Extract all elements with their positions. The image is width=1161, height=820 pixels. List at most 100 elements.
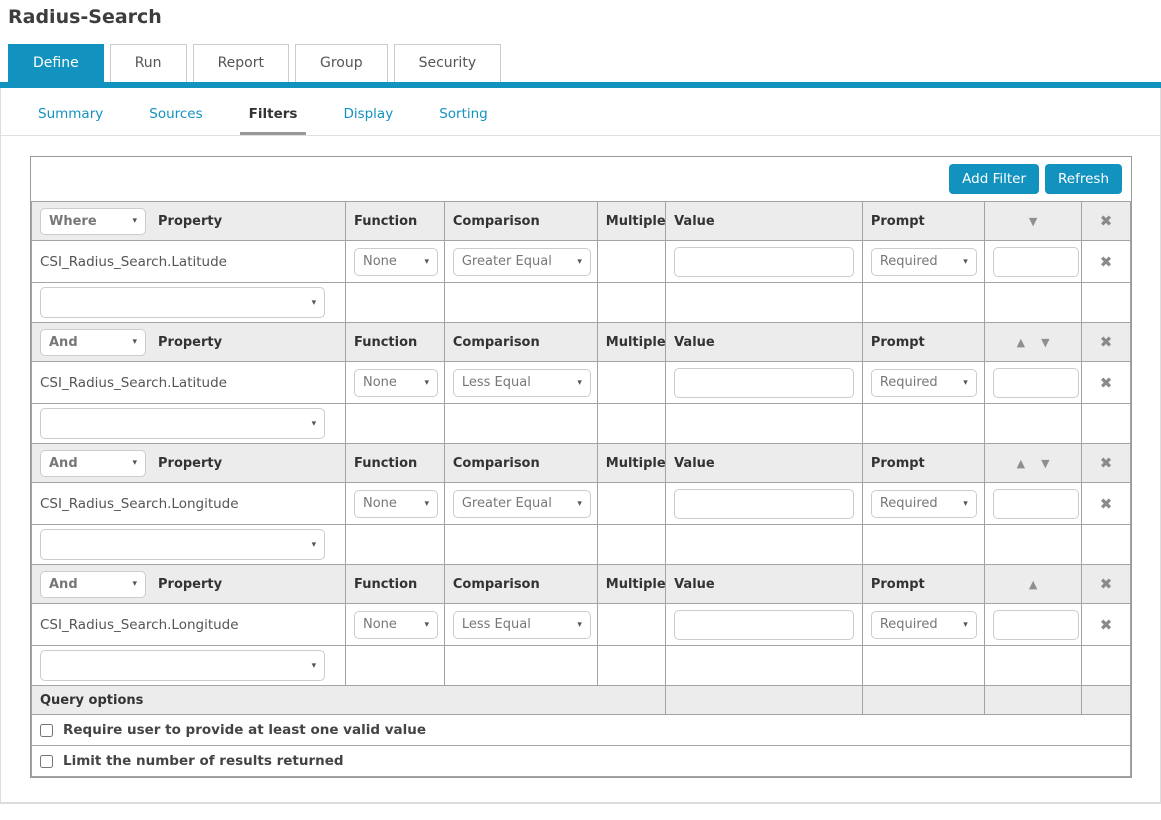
limit-results-option[interactable]: Limit the number of results returned xyxy=(40,753,1122,769)
subtab-display[interactable]: Display xyxy=(334,102,402,135)
tab-run[interactable]: Run xyxy=(110,44,187,82)
tab-security[interactable]: Security xyxy=(394,44,502,82)
add-property-row: ▾ xyxy=(32,404,1131,444)
subtab-summary[interactable]: Summary xyxy=(29,102,112,135)
chevron-down-icon: ▾ xyxy=(132,216,137,226)
add-property-row: ▾ xyxy=(32,525,1131,565)
function-value: None xyxy=(363,375,397,390)
filter-group-header: And ▾ Property Function Comparison Multi… xyxy=(32,565,1131,604)
order-input[interactable] xyxy=(993,489,1079,519)
filter-row: CSI_Radius_Search.Latitude None ▾ Less E… xyxy=(32,362,1131,404)
tab-group[interactable]: Group xyxy=(295,44,388,82)
chevron-down-icon: ▾ xyxy=(577,378,582,388)
connector-select[interactable]: And ▾ xyxy=(40,571,146,598)
add-property-select[interactable]: ▾ xyxy=(40,529,325,560)
remove-group-icon[interactable]: ✖ xyxy=(1100,454,1113,472)
filters-table: Where ▾ Property Function Comparison Mul… xyxy=(31,201,1131,777)
value-input[interactable] xyxy=(674,489,854,519)
add-property-select[interactable]: ▾ xyxy=(40,287,325,318)
order-input[interactable] xyxy=(993,610,1079,640)
column-header-value: Value xyxy=(666,444,863,483)
comparison-select[interactable]: Less Equal ▾ xyxy=(453,611,591,639)
remove-filter-icon[interactable]: ✖ xyxy=(1100,253,1113,271)
comparison-select[interactable]: Greater Equal ▾ xyxy=(453,248,591,276)
tab-report[interactable]: Report xyxy=(193,44,289,82)
comparison-select[interactable]: Less Equal ▾ xyxy=(453,369,591,397)
filter-property: CSI_Radius_Search.Latitude xyxy=(32,241,346,283)
move-down-icon[interactable]: ▼ xyxy=(1041,457,1049,470)
connector-select[interactable]: And ▾ xyxy=(40,450,146,477)
function-select[interactable]: None ▾ xyxy=(354,490,438,518)
connector-value: Where xyxy=(49,214,97,229)
comparison-value: Greater Equal xyxy=(462,496,552,511)
column-header-property: Property xyxy=(158,335,222,350)
move-up-icon[interactable]: ▲ xyxy=(1017,457,1025,470)
remove-filter-icon[interactable]: ✖ xyxy=(1100,374,1113,392)
prompt-select[interactable]: Required ▾ xyxy=(871,490,977,518)
value-input[interactable] xyxy=(674,368,854,398)
column-header-multiple: Multiple xyxy=(597,323,665,362)
connector-select[interactable]: Where ▾ xyxy=(40,208,146,235)
define-panel: Summary Sources Filters Display Sorting … xyxy=(0,88,1161,804)
column-header-function: Function xyxy=(345,565,444,604)
page-title: Radius-Search xyxy=(8,6,1161,28)
connector-value: And xyxy=(49,577,78,592)
value-input[interactable] xyxy=(674,247,854,277)
column-header-property: Property xyxy=(158,214,222,229)
add-property-select[interactable]: ▾ xyxy=(40,408,325,439)
limit-results-checkbox[interactable] xyxy=(40,755,53,768)
comparison-select[interactable]: Greater Equal ▾ xyxy=(453,490,591,518)
filter-property: CSI_Radius_Search.Latitude xyxy=(32,362,346,404)
filter-row: CSI_Radius_Search.Latitude None ▾ Greate… xyxy=(32,241,1131,283)
connector-select[interactable]: And ▾ xyxy=(40,329,146,356)
filter-group-header: Where ▾ Property Function Comparison Mul… xyxy=(32,202,1131,241)
column-header-comparison: Comparison xyxy=(444,202,597,241)
subtab-filters[interactable]: Filters xyxy=(240,102,307,135)
remove-filter-icon[interactable]: ✖ xyxy=(1100,616,1113,634)
subtab-sorting[interactable]: Sorting xyxy=(430,102,497,135)
chevron-down-icon: ▾ xyxy=(312,540,317,550)
function-value: None xyxy=(363,496,397,511)
move-up-icon[interactable]: ▲ xyxy=(1017,336,1025,349)
add-property-select[interactable]: ▾ xyxy=(40,650,325,681)
refresh-button[interactable]: Refresh xyxy=(1045,164,1122,194)
column-header-multiple: Multiple xyxy=(597,202,665,241)
add-property-row: ▾ xyxy=(32,283,1131,323)
move-down-icon[interactable]: ▼ xyxy=(1041,336,1049,349)
option-label: Limit the number of results returned xyxy=(63,753,344,769)
require-valid-value-option[interactable]: Require user to provide at least one val… xyxy=(40,722,1122,738)
filter-property: CSI_Radius_Search.Longitude xyxy=(32,604,346,646)
subtab-sources[interactable]: Sources xyxy=(140,102,211,135)
prompt-select[interactable]: Required ▾ xyxy=(871,369,977,397)
move-up-icon[interactable]: ▲ xyxy=(1029,578,1037,591)
comparison-value: Less Equal xyxy=(462,617,531,632)
function-select[interactable]: None ▾ xyxy=(354,611,438,639)
column-header-value: Value xyxy=(666,202,863,241)
add-filter-button[interactable]: Add Filter xyxy=(949,164,1039,194)
tab-define[interactable]: Define xyxy=(8,44,104,82)
prompt-select[interactable]: Required ▾ xyxy=(871,248,977,276)
move-down-icon[interactable]: ▼ xyxy=(1029,215,1037,228)
order-input[interactable] xyxy=(993,247,1079,277)
remove-filter-icon[interactable]: ✖ xyxy=(1100,495,1113,513)
prompt-value: Required xyxy=(880,496,938,511)
prompt-value: Required xyxy=(880,254,938,269)
function-value: None xyxy=(363,617,397,632)
column-header-prompt: Prompt xyxy=(862,323,984,362)
remove-group-icon[interactable]: ✖ xyxy=(1100,333,1113,351)
function-select[interactable]: None ▾ xyxy=(354,248,438,276)
column-header-value: Value xyxy=(666,565,863,604)
require-valid-value-checkbox[interactable] xyxy=(40,724,53,737)
remove-group-icon[interactable]: ✖ xyxy=(1100,212,1113,230)
prompt-select[interactable]: Required ▾ xyxy=(871,611,977,639)
function-select[interactable]: None ▾ xyxy=(354,369,438,397)
column-header-function: Function xyxy=(345,444,444,483)
column-header-prompt: Prompt xyxy=(862,202,984,241)
connector-value: And xyxy=(49,335,78,350)
value-input[interactable] xyxy=(674,610,854,640)
remove-group-icon[interactable]: ✖ xyxy=(1100,575,1113,593)
comparison-value: Less Equal xyxy=(462,375,531,390)
main-tab-bar: Define Run Report Group Security xyxy=(0,44,1161,88)
order-input[interactable] xyxy=(993,368,1079,398)
column-header-multiple: Multiple xyxy=(597,565,665,604)
